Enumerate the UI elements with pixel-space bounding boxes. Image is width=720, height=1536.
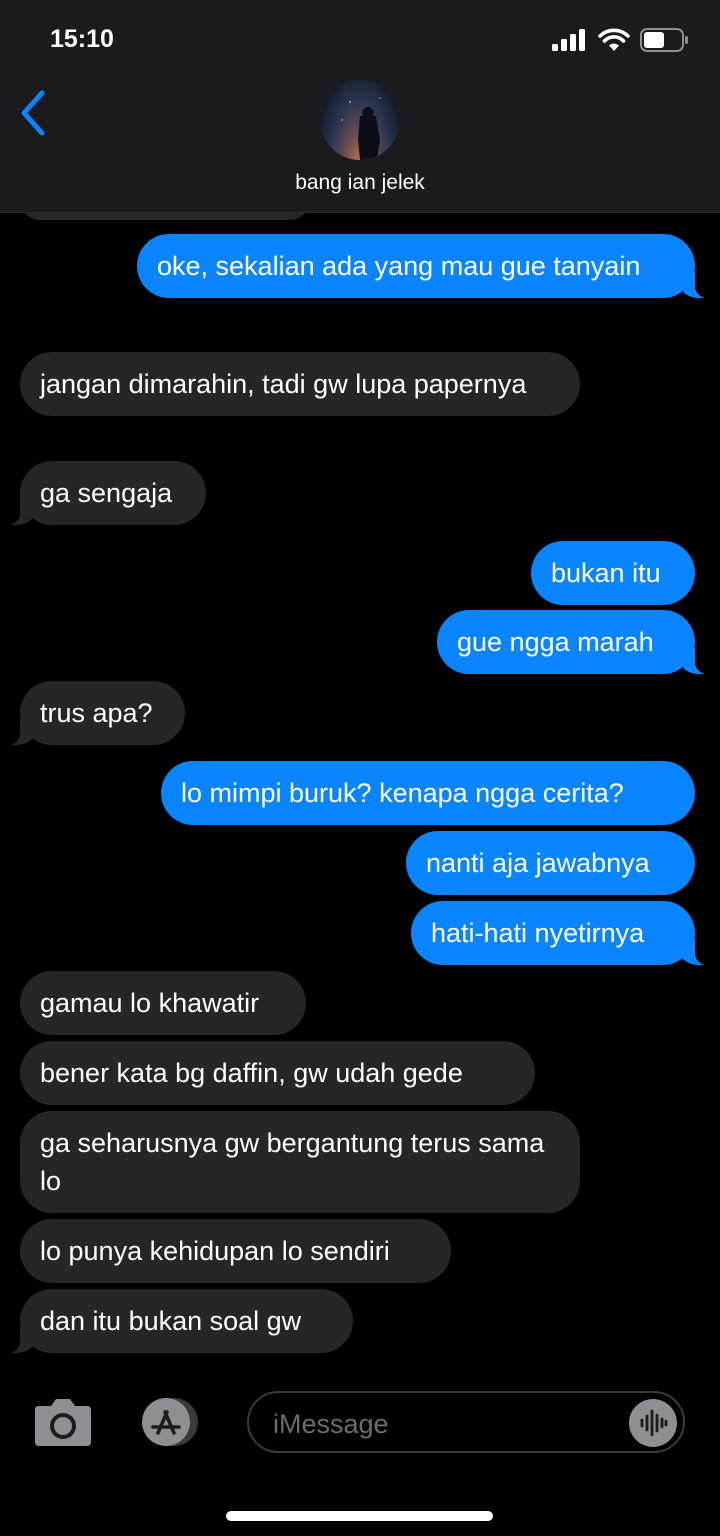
audio-waveform-icon[interactable] [629, 1399, 677, 1447]
conversation-header: 15:10 bang ian jelek [0, 0, 720, 213]
app-store-icon[interactable] [134, 1396, 206, 1448]
contact-name[interactable]: bang ian jelek [0, 171, 720, 195]
message-bubble-incoming[interactable]: lo punya kehidupan lo sendiri [20, 1219, 451, 1283]
avatar[interactable] [320, 80, 400, 160]
status-bar: 15:10 [0, 0, 720, 70]
message-bubble-outgoing[interactable]: lo mimpi buruk? kenapa ngga cerita? [161, 761, 695, 825]
waveform-glyph [640, 1409, 668, 1437]
message-input-placeholder: iMessage [273, 1409, 389, 1439]
message-input[interactable]: iMessage [247, 1391, 685, 1453]
message-bubble-incoming[interactable]: dan itu bukan soal gw [0, 1289, 353, 1353]
person-silhouette-icon [341, 97, 381, 160]
message-text: trus apa? [40, 698, 153, 728]
message-text: bukan itu [551, 558, 661, 588]
message-text: bener kata bg daffin, gw udah gede [40, 1058, 463, 1088]
message-bubble-outgoing[interactable]: hati-hati nyetirnya [411, 901, 717, 965]
message-text: lo punya kehidupan lo sendiri [40, 1236, 390, 1266]
status-icons [552, 26, 690, 54]
cellular-signal-icon [552, 29, 585, 51]
message-text: ga seharusnya gw bergantung terus sama l… [40, 1128, 545, 1196]
message-bubble-incoming[interactable]: bener kata bg daffin, gw udah gede [20, 1041, 535, 1105]
battery-icon [640, 28, 688, 52]
message-text: gue ngga marah [457, 627, 654, 657]
message-text: gamau lo khawatir [40, 988, 260, 1018]
wifi-icon [598, 28, 630, 51]
message-text: nanti aja jawabnya [426, 848, 650, 878]
message-bubble-outgoing[interactable]: gue ngga marah [437, 610, 717, 674]
message-text: lo mimpi buruk? kenapa ngga cerita? [181, 778, 624, 808]
message-text: oke, sekalian ada yang mau gue tanyain [157, 251, 641, 281]
message-bubble-incoming[interactable]: trus apa? [0, 681, 185, 745]
message-bubble-outgoing[interactable]: bukan itu [531, 541, 695, 605]
home-indicator[interactable] [226, 1511, 493, 1521]
camera-icon[interactable] [31, 1398, 95, 1448]
message-text: hati-hati nyetirnya [431, 918, 645, 948]
message-bubble-outgoing[interactable]: oke, sekalian ada yang mau gue tanyain [137, 234, 717, 298]
message-text: ga sengaja [40, 478, 173, 508]
message-text: jangan dimarahin, tadi gw lupa papernya [40, 369, 527, 399]
message-bubble-incoming[interactable]: jangan dimarahin, tadi gw lupa papernya [20, 352, 580, 416]
message-bubble-outgoing[interactable]: nanti aja jawabnya [406, 831, 695, 895]
chevron-left-icon[interactable] [14, 88, 54, 138]
message-bubble-incoming[interactable]: ga sengaja [0, 461, 206, 525]
message-bubble-incoming[interactable]: gamau lo khawatir [20, 971, 306, 1035]
message-text: dan itu bukan soal gw [40, 1306, 302, 1336]
message-bubble-incoming[interactable]: ga seharusnya gw bergantung terus sama l… [20, 1111, 580, 1213]
status-time: 15:10 [50, 25, 114, 53]
